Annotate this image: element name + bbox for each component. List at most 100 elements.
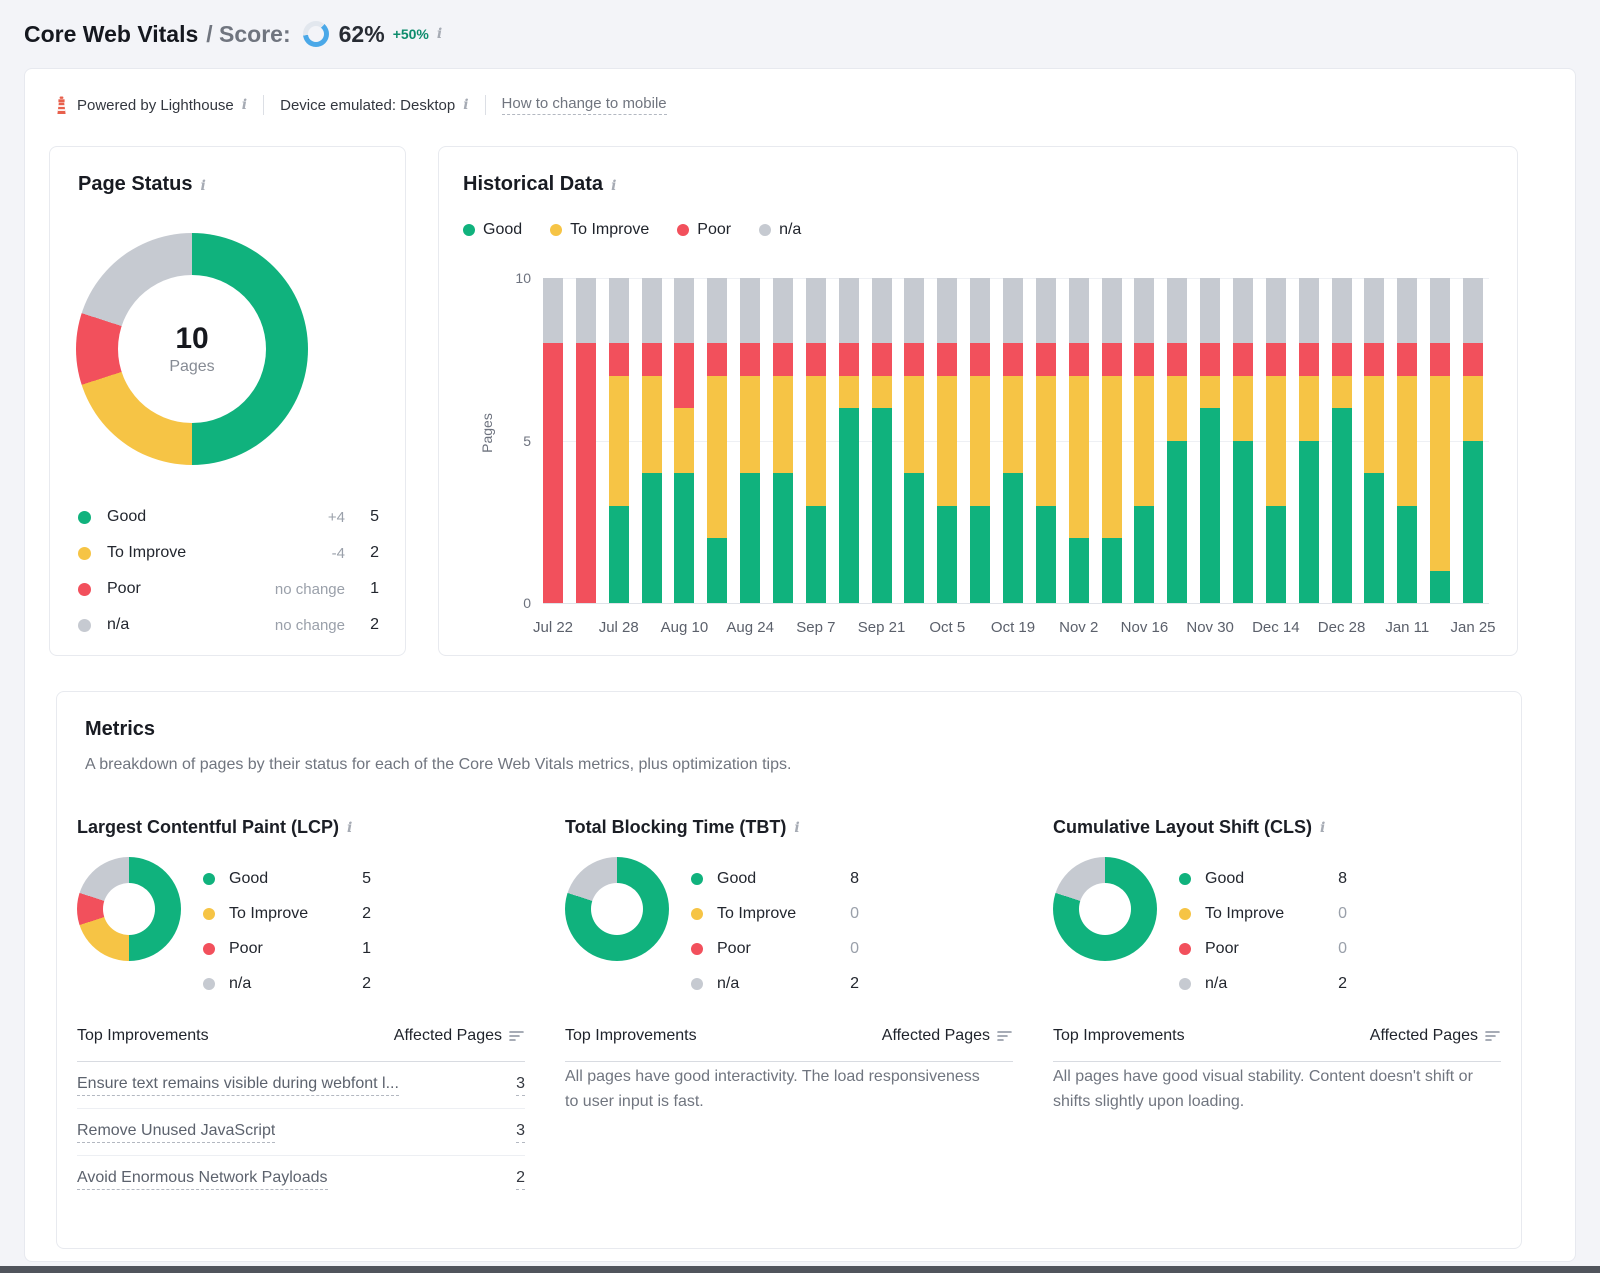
bar-segment-na — [1134, 278, 1154, 343]
bar-segment-to_improve — [1332, 376, 1352, 409]
bar-segment-poor — [642, 343, 662, 376]
legend-dot-na — [203, 978, 215, 990]
x-tick-label: Jul 22 — [533, 619, 573, 636]
bar-segment-poor — [1266, 343, 1286, 376]
bar-segment-to_improve — [1430, 376, 1450, 571]
sort-descending-icon[interactable] — [997, 1029, 1013, 1043]
change-to-mobile-link[interactable]: How to change to mobile — [502, 95, 667, 115]
metric-legend-row-to_improve: To Improve0 — [1179, 896, 1347, 931]
legend-label: Good — [483, 221, 522, 239]
affected-pages-count[interactable]: 3 — [516, 1075, 525, 1096]
legend-label: Good — [717, 870, 835, 888]
powered-by-label: Powered by Lighthouse — [77, 97, 234, 114]
metric-legend-row-good: Good5 — [203, 861, 371, 896]
legend-value: 8 — [835, 870, 859, 888]
metric-info-icon[interactable]: i — [1320, 820, 1325, 836]
bar-segment-na — [1003, 278, 1023, 343]
affected-pages-count[interactable]: 2 — [516, 1169, 525, 1190]
historical-legend-item-na[interactable]: n/a — [759, 221, 801, 239]
bar-segment-good — [937, 506, 957, 604]
legend-dot-to_improve — [203, 908, 215, 920]
bar-segment-to_improve — [773, 376, 793, 474]
improvements-table: Ensure text remains visible during webfo… — [77, 1062, 525, 1203]
total-pages-value: 10 — [175, 322, 208, 356]
score-info-icon[interactable]: i — [437, 26, 442, 42]
historical-info-icon[interactable]: i — [611, 178, 616, 194]
bar-segment-na — [970, 278, 990, 343]
bar-segment-na — [1233, 278, 1253, 343]
legend-dot-to_improve — [691, 908, 703, 920]
device-info-icon[interactable]: i — [463, 97, 468, 113]
powered-by-info-icon[interactable]: i — [242, 97, 247, 113]
historical-legend-item-poor[interactable]: Poor — [677, 221, 731, 239]
improvement-link[interactable]: Remove Unused JavaScript — [77, 1122, 275, 1143]
page-status-info-icon[interactable]: i — [200, 178, 205, 194]
bar-segment-to_improve — [609, 376, 629, 506]
score-label: / Score: — [206, 21, 290, 48]
metric-legend-row-na: n/a2 — [691, 966, 859, 1001]
metric-info-icon[interactable]: i — [794, 820, 799, 836]
improvement-row: Avoid Enormous Network Payloads 2 — [77, 1156, 525, 1203]
bar-segment-good — [740, 473, 760, 603]
affected-pages-count[interactable]: 3 — [516, 1122, 525, 1143]
metric-legend-lcp: Good5To Improve2Poor1n/a2 — [203, 861, 371, 1001]
affected-pages-header[interactable]: Affected Pages — [1370, 1027, 1501, 1045]
historical-legend-item-good[interactable]: Good — [463, 221, 522, 239]
history-bar — [1036, 278, 1056, 603]
bar-segment-good — [1266, 506, 1286, 604]
bar-segment-poor — [1102, 343, 1122, 376]
x-tick-label: Nov 30 — [1186, 619, 1234, 636]
bar-segment-to_improve — [1036, 376, 1056, 506]
top-improvements-header: Top Improvements — [1053, 1027, 1185, 1045]
improvement-link[interactable]: Ensure text remains visible during webfo… — [77, 1075, 399, 1096]
metric-info-icon[interactable]: i — [347, 820, 352, 836]
bar-segment-na — [839, 278, 859, 343]
page-status-title: Page Statusi — [78, 173, 206, 196]
toolbar: Powered by Lighthouse i Device emulated:… — [55, 95, 667, 115]
bar-segment-good — [1069, 538, 1089, 603]
page-status-legend: Good+45To Improve-42Poorno change1n/ano … — [78, 499, 379, 643]
affected-pages-header[interactable]: Affected Pages — [882, 1027, 1013, 1045]
bar-segment-na — [1463, 278, 1483, 343]
affected-pages-header[interactable]: Affected Pages — [394, 1027, 525, 1045]
bar-segment-na — [1397, 278, 1417, 343]
bar-segment-to_improve — [1200, 376, 1220, 409]
legend-dot-good — [78, 511, 91, 524]
historical-legend-item-to_improve[interactable]: To Improve — [550, 221, 649, 239]
sort-descending-icon[interactable] — [1485, 1029, 1501, 1043]
metric-status-message: All pages have good interactivity. The l… — [565, 1064, 991, 1115]
x-tick-label: Nov 2 — [1059, 619, 1098, 636]
history-bar — [707, 278, 727, 603]
x-tick-label: Sep 21 — [858, 619, 906, 636]
bar-segment-poor — [970, 343, 990, 376]
improvement-link[interactable]: Avoid Enormous Network Payloads — [77, 1169, 328, 1190]
bar-segment-to_improve — [1134, 376, 1154, 506]
bar-segment-poor — [576, 343, 596, 603]
metric-title-cls: Cumulative Layout Shift (CLS) — [1053, 817, 1312, 838]
page-status-legend-row-good: Good+45 — [78, 499, 379, 535]
legend-value: 1 — [345, 580, 379, 598]
legend-value: 2 — [345, 616, 379, 634]
legend-dot-na — [759, 224, 771, 236]
bar-segment-good — [1397, 506, 1417, 604]
history-bar — [740, 278, 760, 603]
legend-label: Poor — [697, 221, 731, 239]
bar-segment-to_improve — [1299, 376, 1319, 441]
metric-legend-row-na: n/a2 — [203, 966, 371, 1001]
history-bar — [970, 278, 990, 603]
history-bar — [1299, 278, 1319, 603]
x-tick-label: Nov 16 — [1121, 619, 1169, 636]
legend-label: To Improve — [1205, 905, 1323, 923]
bar-segment-poor — [773, 343, 793, 376]
metric-legend-row-poor: Poor0 — [691, 931, 859, 966]
sort-descending-icon[interactable] — [509, 1029, 525, 1043]
bar-segment-good — [1036, 506, 1056, 604]
metric-donut-lcp — [77, 857, 181, 961]
bar-segment-poor — [904, 343, 924, 376]
affected-pages-header-label: Affected Pages — [1370, 1027, 1478, 1045]
history-bar — [1463, 278, 1483, 603]
bar-segment-good — [904, 473, 924, 603]
metric-title-row: Cumulative Layout Shift (CLS) i — [1053, 817, 1501, 838]
bar-segment-to_improve — [839, 376, 859, 409]
page-title: Core Web Vitals — [24, 21, 198, 48]
